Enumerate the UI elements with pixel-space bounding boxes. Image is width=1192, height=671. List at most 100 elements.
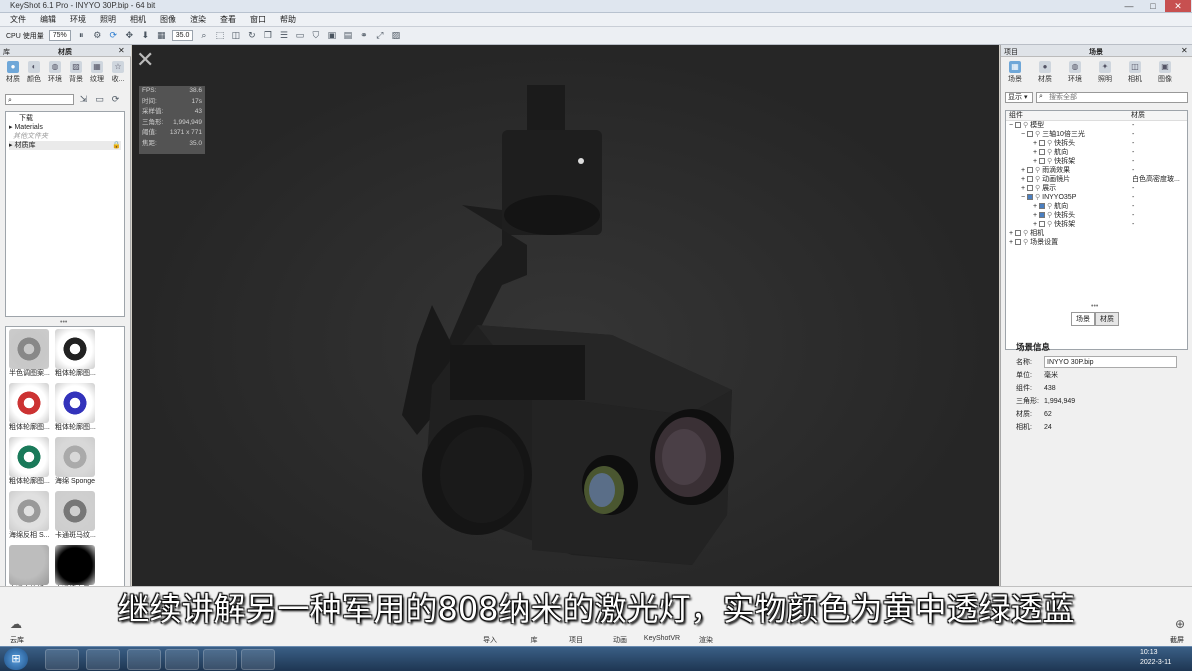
scene-tree-row[interactable]: + ⚲ 相机	[1006, 229, 1187, 238]
visibility-checkbox[interactable]	[1039, 140, 1046, 147]
scene-tree-row[interactable]: + ⚲ 动画镜片 白色高密度玻...	[1006, 175, 1187, 184]
image-icon[interactable]: ▣	[326, 30, 337, 41]
camera-icon[interactable]: ◫	[230, 30, 241, 41]
subtab-scene[interactable]: 场景	[1071, 312, 1095, 326]
scene-tree-row[interactable]: + ⚲ 雨滴效果 -	[1006, 166, 1187, 175]
zoom-icon[interactable]: ⌕	[198, 30, 209, 41]
folder-icon[interactable]: ▭	[94, 94, 105, 105]
menu-view[interactable]: 查看	[220, 14, 236, 25]
taskbar-wechat-icon[interactable]	[127, 649, 161, 670]
expand-icon[interactable]: ⤢	[374, 30, 385, 41]
scene-tree-row[interactable]: + ⚲ 场景设置	[1006, 238, 1187, 247]
scene-tree-row[interactable]: + ⚲ 快拆架 -	[1006, 220, 1187, 229]
tab-lighting[interactable]: ✦ 照明	[1095, 60, 1115, 86]
column-header-component[interactable]: 组件	[1006, 111, 1131, 120]
minimize-button[interactable]: —	[1117, 0, 1141, 12]
scene-tree-row[interactable]: − ⚲ 模型 -	[1006, 121, 1187, 130]
display-filter-select[interactable]: 显示 ▾	[1005, 92, 1033, 103]
material-thumbnail[interactable]: 半色调图案...	[9, 329, 50, 378]
menu-camera[interactable]: 相机	[130, 14, 146, 25]
folder-import-icon[interactable]: ⇲	[78, 94, 89, 105]
move-icon[interactable]: ✥	[124, 30, 135, 41]
menu-help[interactable]: 帮助	[280, 14, 296, 25]
pause-icon[interactable]: ⏸	[76, 30, 87, 41]
tab-scene[interactable]: ▦ 场景	[1005, 60, 1025, 86]
nav-render[interactable]: 渲染	[686, 635, 726, 645]
geometry-icon[interactable]: ☰	[278, 30, 289, 41]
tree-item-downloads[interactable]: 下载	[9, 114, 121, 123]
nav-library[interactable]: 库	[514, 635, 554, 645]
scene-tree-row[interactable]: + ⚲ 快拆头 -	[1006, 139, 1187, 148]
screen-icon[interactable]: ▤	[342, 30, 353, 41]
scene-tree-row[interactable]: + ⚲ 航向 -	[1006, 148, 1187, 157]
splitter-grip[interactable]: •••	[1091, 303, 1098, 310]
copy-icon[interactable]: ❐	[262, 30, 273, 41]
tab-materials[interactable]: ● 材质	[3, 60, 23, 86]
taskbar-explorer-icon[interactable]	[45, 649, 79, 670]
visibility-checkbox[interactable]	[1027, 194, 1034, 201]
tab-camera[interactable]: ◫ 相机	[1125, 60, 1145, 86]
menu-environment[interactable]: 环境	[70, 14, 86, 25]
panel-close-icon[interactable]: ✕	[1181, 46, 1188, 55]
tab-environment[interactable]: ◍ 环境	[1065, 60, 1085, 86]
material-thumbnail[interactable]: 粗体轮廓图...	[9, 383, 50, 432]
menu-image[interactable]: 图像	[160, 14, 176, 25]
scene-name-input[interactable]: INYYO 30P.bip	[1044, 356, 1177, 368]
panel-close-icon[interactable]: ✕	[118, 46, 125, 55]
visibility-checkbox[interactable]	[1027, 185, 1034, 192]
tab-colors[interactable]: ◐ 颜色	[24, 60, 44, 86]
tree-item-other-folder[interactable]: 其他文件夹	[9, 132, 121, 141]
visibility-checkbox[interactable]	[1039, 158, 1046, 165]
scene-tree-row[interactable]: + ⚲ 航向 -	[1006, 202, 1187, 211]
menu-render[interactable]: 渲染	[190, 14, 206, 25]
tab-environments[interactable]: ◍ 环境	[45, 60, 65, 86]
column-header-material[interactable]: 材质	[1131, 111, 1145, 120]
subtab-material[interactable]: 材质	[1095, 312, 1119, 326]
visibility-checkbox[interactable]	[1039, 203, 1046, 210]
fov-input[interactable]: 35.0	[171, 30, 194, 41]
maximize-button[interactable]: □	[1141, 0, 1165, 12]
tree-item-material-library[interactable]: ▸ 材质库 🔒	[9, 141, 121, 150]
visibility-checkbox[interactable]	[1039, 221, 1046, 228]
library-refresh-icon[interactable]: ⟳	[110, 94, 121, 105]
render-icon[interactable]: ▨	[390, 30, 401, 41]
menu-lighting[interactable]: 照明	[100, 14, 116, 25]
visibility-checkbox[interactable]	[1015, 122, 1022, 129]
scene-tree-row[interactable]: − ⚲ 三轴10倍三光 -	[1006, 130, 1187, 139]
scene-tree-row[interactable]: + ⚲ 展示 -	[1006, 184, 1187, 193]
library-search-input[interactable]: ⌕	[5, 94, 74, 105]
scene-tree-row[interactable]: + ⚲ 快拆架 -	[1006, 157, 1187, 166]
material-thumbnail[interactable]: 粗体轮廓图...	[9, 437, 50, 486]
taskbar-keyshot-icon[interactable]	[203, 649, 237, 670]
menu-edit[interactable]: 编辑	[40, 14, 56, 25]
refresh-icon[interactable]: ⟳	[108, 30, 119, 41]
layout-icon[interactable]: ▭	[294, 30, 305, 41]
tab-material[interactable]: ● 材质	[1035, 60, 1055, 86]
visibility-checkbox[interactable]	[1027, 176, 1034, 183]
tab-backplates[interactable]: ▨ 背景	[66, 60, 86, 86]
material-thumbnail[interactable]: 海绵 Sponge	[55, 437, 95, 486]
tree-item-materials[interactable]: ▸ Materials	[9, 123, 121, 132]
visibility-checkbox[interactable]	[1039, 212, 1046, 219]
taskbar-record-icon[interactable]	[165, 649, 199, 670]
close-button[interactable]: ✕	[1165, 0, 1191, 12]
nav-keyshotvr[interactable]: KeyShotVR	[642, 635, 682, 642]
material-thumbnail[interactable]: 卡通斑马纹...	[55, 491, 96, 540]
tab-textures[interactable]: ▦ 纹理	[87, 60, 107, 86]
visibility-checkbox[interactable]	[1027, 131, 1034, 138]
cpu-usage-select[interactable]: 75%	[48, 30, 71, 41]
material-thumbnail[interactable]: 海绵反相 S...	[9, 491, 49, 540]
clock-date[interactable]: 2022-3-11	[1140, 659, 1171, 666]
material-thumbnail[interactable]: 粗体轮廓图...	[55, 383, 96, 432]
scene-tree-row[interactable]: + ⚲ 快拆头 -	[1006, 211, 1187, 220]
nav-import[interactable]: 导入	[470, 635, 510, 645]
menu-window[interactable]: 窗口	[250, 14, 266, 25]
shield-icon[interactable]: ⛉	[310, 30, 321, 41]
visibility-checkbox[interactable]	[1039, 149, 1046, 156]
visibility-checkbox[interactable]	[1015, 230, 1022, 237]
cloud-library-label[interactable]: 云库	[10, 635, 24, 645]
taskbar-chrome-icon[interactable]	[86, 649, 120, 670]
nav-project[interactable]: 项目	[556, 635, 596, 645]
visibility-checkbox[interactable]	[1015, 239, 1022, 246]
menu-file[interactable]: 文件	[10, 14, 26, 25]
